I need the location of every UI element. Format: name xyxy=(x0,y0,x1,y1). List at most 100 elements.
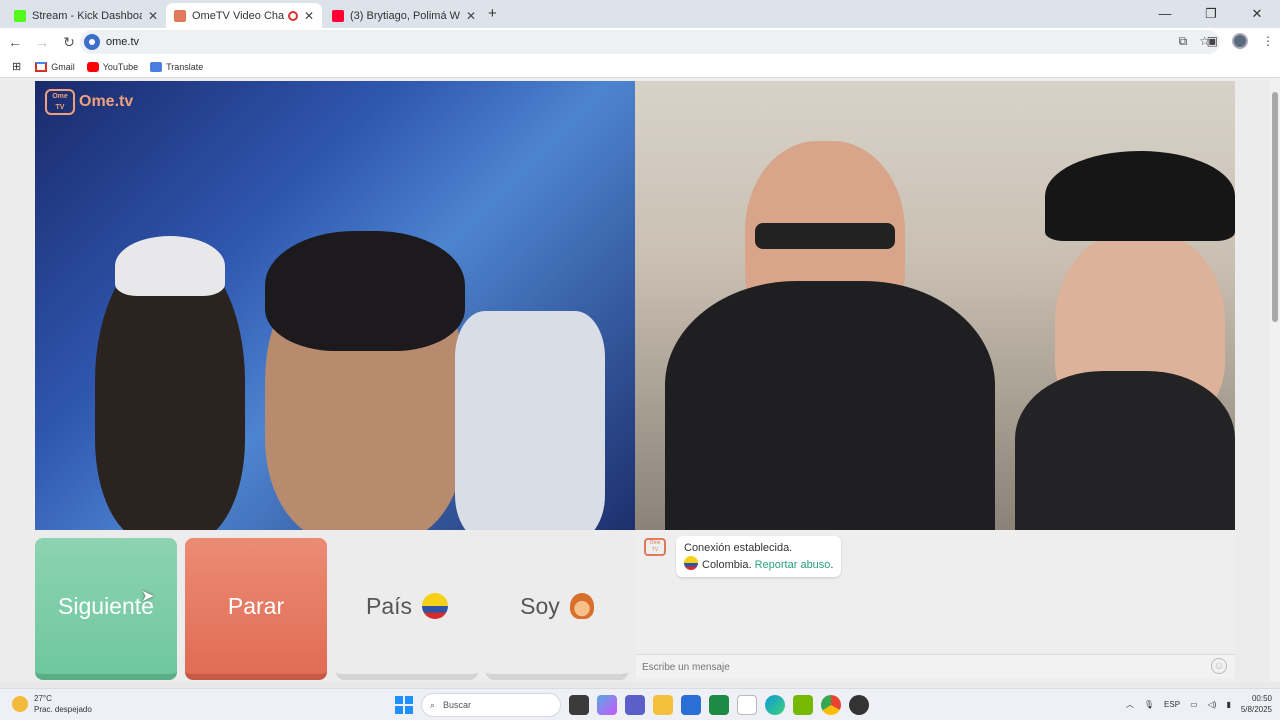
obs-icon[interactable] xyxy=(849,695,869,715)
tab-strip: Stream - Kick Dashboard ✕ OmeTV Video Ch… xyxy=(0,0,1280,28)
microphone-icon[interactable]: 🎙 xyxy=(1144,700,1154,709)
country-label: País xyxy=(365,592,413,619)
weather-widget[interactable]: 27°C Prac. despejado xyxy=(12,693,92,715)
restore-icon[interactable]: ❐ xyxy=(1188,0,1234,28)
country-line: Colombia. Reportar abuso. xyxy=(684,556,833,573)
bookmark-translate[interactable]: Translate xyxy=(150,61,204,72)
stop-label: Parar xyxy=(227,592,285,619)
bookmark-label: YouTube xyxy=(102,61,139,72)
tab-title: Stream - Kick Dashboard xyxy=(32,9,142,22)
hair-shape xyxy=(265,231,465,351)
mouse-cursor-icon: ➤ xyxy=(141,588,155,605)
bookmark-gmail[interactable]: Gmail xyxy=(35,61,75,72)
volume-icon[interactable]: ◁) xyxy=(1208,700,1217,709)
reload-icon[interactable]: ↻ xyxy=(57,34,81,51)
logo-text: Ome.tv xyxy=(79,93,134,110)
page-scrollbar[interactable] xyxy=(1270,78,1280,682)
scrollbar-thumb[interactable] xyxy=(1272,92,1278,322)
gender-label: Soy xyxy=(520,592,560,619)
tab-title: OmeTV Video Chat — Ome xyxy=(192,9,284,22)
time: 00:50 xyxy=(1251,694,1272,703)
store-icon[interactable] xyxy=(681,695,701,715)
network-icon[interactable]: ▭ xyxy=(1190,700,1198,709)
shirt-shape xyxy=(665,281,995,530)
colombia-flag-icon xyxy=(422,593,449,619)
next-button[interactable]: Siguiente ➤ xyxy=(35,538,177,680)
file-explorer-icon[interactable] xyxy=(653,695,673,715)
close-tab-icon[interactable]: ✕ xyxy=(304,9,314,23)
forward-icon[interactable]: → xyxy=(30,34,54,50)
report-abuse-link[interactable]: Reportar abuso xyxy=(755,559,831,571)
menu-icon[interactable]: ⋮ xyxy=(1262,34,1274,48)
woman-emoji-icon xyxy=(569,593,594,619)
windows-start-icon[interactable] xyxy=(395,696,413,714)
back-icon[interactable]: ← xyxy=(3,34,27,50)
excel-icon[interactable] xyxy=(709,695,729,715)
emoji-picker-icon[interactable]: ☺ xyxy=(1211,658,1227,674)
close-tab-icon[interactable]: ✕ xyxy=(466,9,476,23)
tab-ometv[interactable]: OmeTV Video Chat — Ome ✕ xyxy=(166,3,322,28)
message-bar: ☺ xyxy=(636,654,1235,678)
temperature: 27°C xyxy=(34,694,52,703)
stop-button[interactable]: Parar xyxy=(185,538,327,680)
next-label: Siguiente xyxy=(58,592,154,619)
tab-kick[interactable]: Stream - Kick Dashboard ✕ xyxy=(6,3,166,28)
clock[interactable]: 00:50 5/8/2025 xyxy=(1241,693,1272,715)
shirt-shape xyxy=(1015,371,1235,530)
taskbar-search[interactable]: ⌕ Buscar xyxy=(421,693,561,717)
message-input[interactable] xyxy=(642,659,1202,675)
ometv-controls: Siguiente ➤ Parar País Soy xyxy=(35,538,630,680)
date: 5/8/2025 xyxy=(1240,705,1272,714)
system-tray: ︿ 🎙 ESP ▭ ◁) ▮ 00:50 5/8/2025 xyxy=(1126,693,1272,715)
tab-youtube[interactable]: (3) Brytiago, Polimá Westcoast ✕ xyxy=(324,3,484,28)
close-tab-icon[interactable]: ✕ xyxy=(148,9,158,23)
site-info-icon[interactable] xyxy=(84,34,100,50)
address-bar[interactable]: ome.tv ⧉ ☆ xyxy=(80,30,1220,54)
chair-shape xyxy=(455,311,605,530)
sunglasses-shape xyxy=(755,223,895,249)
gender-button[interactable]: Soy xyxy=(486,538,628,680)
local-video: Ome TV Ome.tv xyxy=(35,81,635,530)
chevron-up-icon[interactable]: ︿ xyxy=(1126,699,1134,710)
ometv-logo: Ome TV Ome.tv xyxy=(45,89,133,115)
colombia-flag-icon xyxy=(684,556,698,570)
ometv-page: Ome TV Ome.tv Siguiente ➤ Parar País Soy… xyxy=(0,78,1280,682)
minimize-icon[interactable]: — xyxy=(1142,0,1188,28)
url-text: ome.tv xyxy=(106,36,140,48)
bookmark-label: Translate xyxy=(166,61,204,72)
chrome-icon[interactable] xyxy=(821,695,841,715)
cap-shape xyxy=(1045,151,1235,241)
window-controls: — ❐ ✕ xyxy=(1142,0,1280,28)
apps-grid-icon[interactable]: ⊞ xyxy=(12,60,21,73)
translate-icon xyxy=(150,61,163,72)
windows-taskbar: 27°C Prac. despejado ⌕ Buscar ︿ 🎙 ESP ▭ … xyxy=(0,688,1280,720)
taskbar-apps: ⌕ Buscar xyxy=(395,693,869,717)
close-window-icon[interactable]: ✕ xyxy=(1234,0,1280,28)
search-label: Buscar xyxy=(443,700,472,710)
task-view-icon[interactable] xyxy=(569,695,589,715)
country-button[interactable]: País xyxy=(336,538,478,680)
system-message: Conexión establecida. Colombia. Reportar… xyxy=(676,536,842,577)
bookmarks-bar: ⊞ Gmail YouTube Translate xyxy=(0,56,1280,78)
bookmark-label: Gmail xyxy=(51,61,75,72)
edge-icon[interactable] xyxy=(765,695,785,715)
report-suffix: . xyxy=(830,559,834,571)
nvidia-icon[interactable] xyxy=(793,695,813,715)
side-panel-icon[interactable]: ▣ xyxy=(1207,34,1218,48)
profile-avatar[interactable] xyxy=(1232,33,1248,49)
battery-icon[interactable]: ▮ xyxy=(1226,700,1230,709)
bookmark-youtube[interactable]: YouTube xyxy=(86,61,139,72)
cap-shape xyxy=(115,236,225,296)
copilot-icon[interactable] xyxy=(597,695,617,715)
cast-icon[interactable]: ⧉ xyxy=(1179,34,1188,49)
teams-icon[interactable] xyxy=(625,695,645,715)
ometv-logo-icon: Ome TV xyxy=(45,89,75,115)
browser-toolbar: ← → ↻ ome.tv ⧉ ☆ ▣ ⋮ xyxy=(0,28,1280,56)
stranger-video xyxy=(635,81,1235,530)
language-indicator[interactable]: ESP xyxy=(1164,700,1180,709)
new-tab-button[interactable]: + xyxy=(488,5,497,22)
connection-status: Conexión establecida. xyxy=(684,542,793,554)
kick-icon xyxy=(14,9,26,22)
youtube-icon xyxy=(332,9,344,22)
notepad-icon[interactable] xyxy=(737,695,757,715)
